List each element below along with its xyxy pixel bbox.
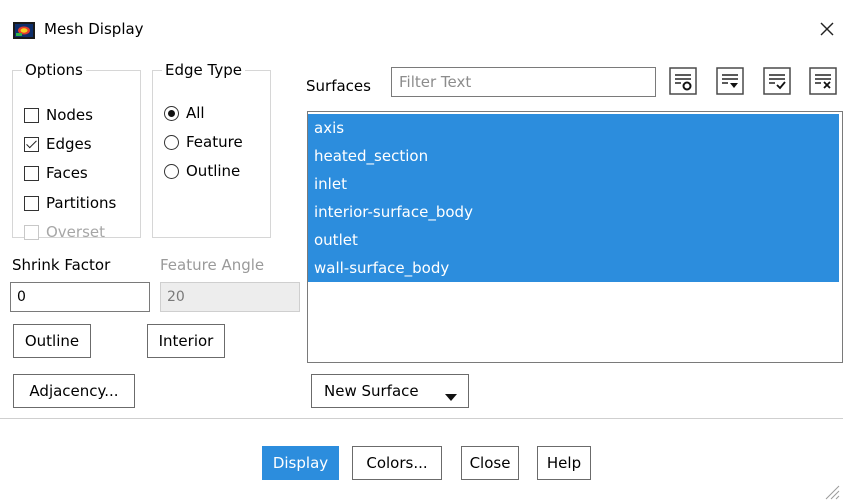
overset-checkbox bbox=[24, 224, 39, 240]
edge-type-feature-label: Feature bbox=[186, 133, 243, 151]
close-icon[interactable] bbox=[816, 18, 838, 40]
chevron-down-icon bbox=[445, 394, 457, 401]
surfaces-label: Surfaces bbox=[306, 77, 371, 95]
overset-label: Overset bbox=[46, 223, 106, 241]
overset-option: Overset bbox=[24, 221, 105, 243]
partitions-label: Partitions bbox=[46, 194, 117, 212]
list-item[interactable]: outlet bbox=[308, 226, 839, 254]
surfaces-filter-input[interactable] bbox=[392, 68, 655, 96]
edges-label: Edges bbox=[46, 135, 92, 153]
shrink-factor-input[interactable]: 0 bbox=[10, 282, 150, 312]
window-title: Mesh Display bbox=[44, 20, 144, 38]
new-surface-button[interactable]: New Surface bbox=[311, 374, 469, 408]
resize-grip-icon[interactable] bbox=[822, 482, 840, 500]
options-legend: Options bbox=[25, 61, 83, 79]
list-item[interactable]: wall-surface_body bbox=[308, 254, 839, 282]
interior-button[interactable]: Interior bbox=[147, 324, 225, 358]
faces-checkbox[interactable] bbox=[24, 165, 39, 181]
outline-button[interactable]: Outline bbox=[13, 324, 91, 358]
filter-options-icon[interactable] bbox=[669, 67, 697, 95]
edge-type-feature-option[interactable]: Feature bbox=[164, 131, 243, 153]
edge-type-outline-radio[interactable] bbox=[164, 163, 179, 179]
partitions-option[interactable]: Partitions bbox=[24, 192, 116, 214]
adjacency-button[interactable]: Adjacency... bbox=[13, 374, 135, 408]
title-bar: Mesh Display bbox=[0, 0, 843, 54]
edge-type-legend: Edge Type bbox=[165, 61, 242, 79]
edge-type-all-label: All bbox=[186, 104, 205, 122]
options-group: Options Nodes Edges Faces Partitions Ove… bbox=[12, 61, 141, 241]
surfaces-filter-field[interactable] bbox=[391, 67, 656, 97]
nodes-option[interactable]: Nodes bbox=[24, 104, 93, 126]
close-button[interactable]: Close bbox=[461, 446, 519, 480]
select-some-icon[interactable] bbox=[763, 67, 791, 95]
faces-option[interactable]: Faces bbox=[24, 162, 88, 184]
feature-angle-label: Feature Angle bbox=[160, 256, 265, 274]
nodes-label: Nodes bbox=[46, 106, 93, 124]
divider bbox=[0, 418, 843, 419]
faces-label: Faces bbox=[46, 164, 88, 182]
edges-checkbox[interactable] bbox=[24, 136, 39, 152]
deselect-all-icon[interactable] bbox=[809, 67, 837, 95]
list-item[interactable]: inlet bbox=[308, 170, 839, 198]
edge-type-outline-option[interactable]: Outline bbox=[164, 160, 240, 182]
shrink-factor-label: Shrink Factor bbox=[12, 256, 111, 274]
list-item[interactable]: axis bbox=[308, 114, 839, 142]
colors-button[interactable]: Colors... bbox=[352, 446, 442, 480]
feature-angle-input: 20 bbox=[160, 282, 300, 312]
list-item[interactable]: interior-surface_body bbox=[308, 198, 839, 226]
new-surface-label: New Surface bbox=[324, 382, 419, 400]
select-all-icon[interactable] bbox=[716, 67, 744, 95]
edge-type-feature-radio[interactable] bbox=[164, 134, 179, 150]
mesh-display-app-icon bbox=[13, 22, 35, 39]
partitions-checkbox[interactable] bbox=[24, 195, 39, 211]
edge-type-group: Edge Type All Feature Outline bbox=[152, 62, 271, 238]
edge-type-outline-label: Outline bbox=[186, 162, 241, 180]
help-button[interactable]: Help bbox=[537, 446, 591, 480]
edge-type-all-radio[interactable] bbox=[164, 105, 179, 121]
display-button[interactable]: Display bbox=[262, 446, 339, 480]
edge-type-all-option[interactable]: All bbox=[164, 102, 205, 124]
nodes-checkbox[interactable] bbox=[24, 107, 39, 123]
edges-option[interactable]: Edges bbox=[24, 133, 92, 155]
list-item[interactable]: heated_section bbox=[308, 142, 839, 170]
surfaces-list[interactable]: axis heated_section inlet interior-surfa… bbox=[307, 111, 843, 363]
